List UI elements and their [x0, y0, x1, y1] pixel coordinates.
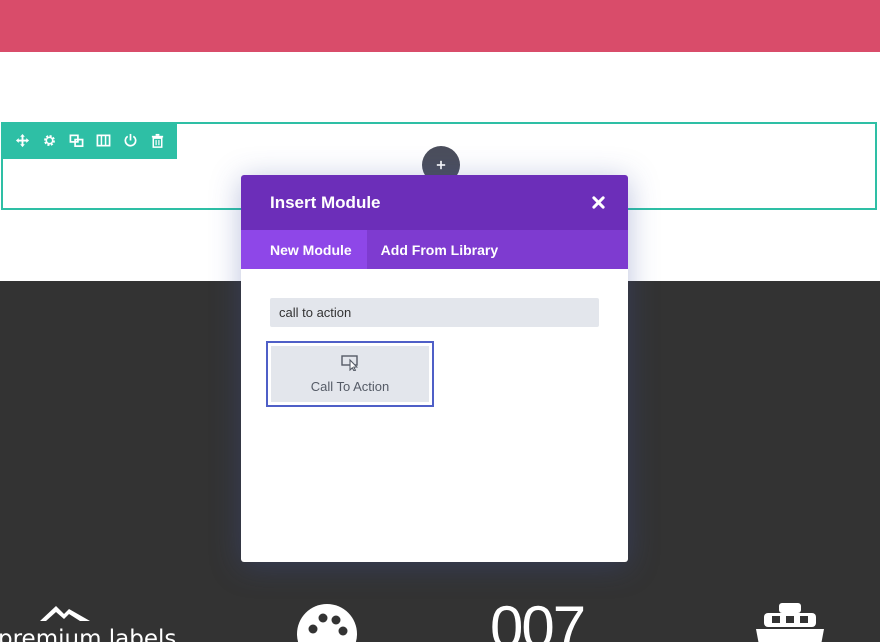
- trash-icon[interactable]: [148, 132, 166, 150]
- row-settings-toolbar: [1, 122, 177, 159]
- logo-007: 007: [490, 594, 586, 642]
- call-to-action-icon: [341, 354, 359, 371]
- move-icon[interactable]: [13, 132, 31, 150]
- page-header-bar: [0, 0, 880, 52]
- module-search-input[interactable]: [270, 298, 599, 327]
- duplicate-icon[interactable]: [67, 132, 85, 150]
- module-result-call-to-action[interactable]: Call To Action: [266, 341, 434, 407]
- insert-module-modal: Insert Module New Module Add From Librar…: [241, 175, 628, 562]
- tab-new-module[interactable]: New Module: [241, 230, 367, 269]
- premium-labels-logo: premium labels: [0, 606, 176, 642]
- ship-logo: [756, 603, 824, 642]
- power-icon[interactable]: [121, 132, 139, 150]
- columns-icon[interactable]: [94, 132, 112, 150]
- plus-icon: [436, 160, 446, 170]
- module-result-label: Call To Action: [310, 378, 390, 394]
- palette-logo: [297, 604, 357, 642]
- modal-header: Insert Module: [241, 175, 628, 230]
- modal-title: Insert Module: [270, 192, 381, 212]
- tab-add-from-library[interactable]: Add From Library: [367, 230, 512, 269]
- modal-tabs: New Module Add From Library: [241, 230, 628, 269]
- module-result-inner[interactable]: Call To Action: [271, 346, 429, 402]
- close-button[interactable]: [590, 195, 606, 211]
- close-icon: [591, 196, 605, 209]
- gear-icon[interactable]: [40, 132, 58, 150]
- premium-labels-text: premium labels: [0, 626, 176, 642]
